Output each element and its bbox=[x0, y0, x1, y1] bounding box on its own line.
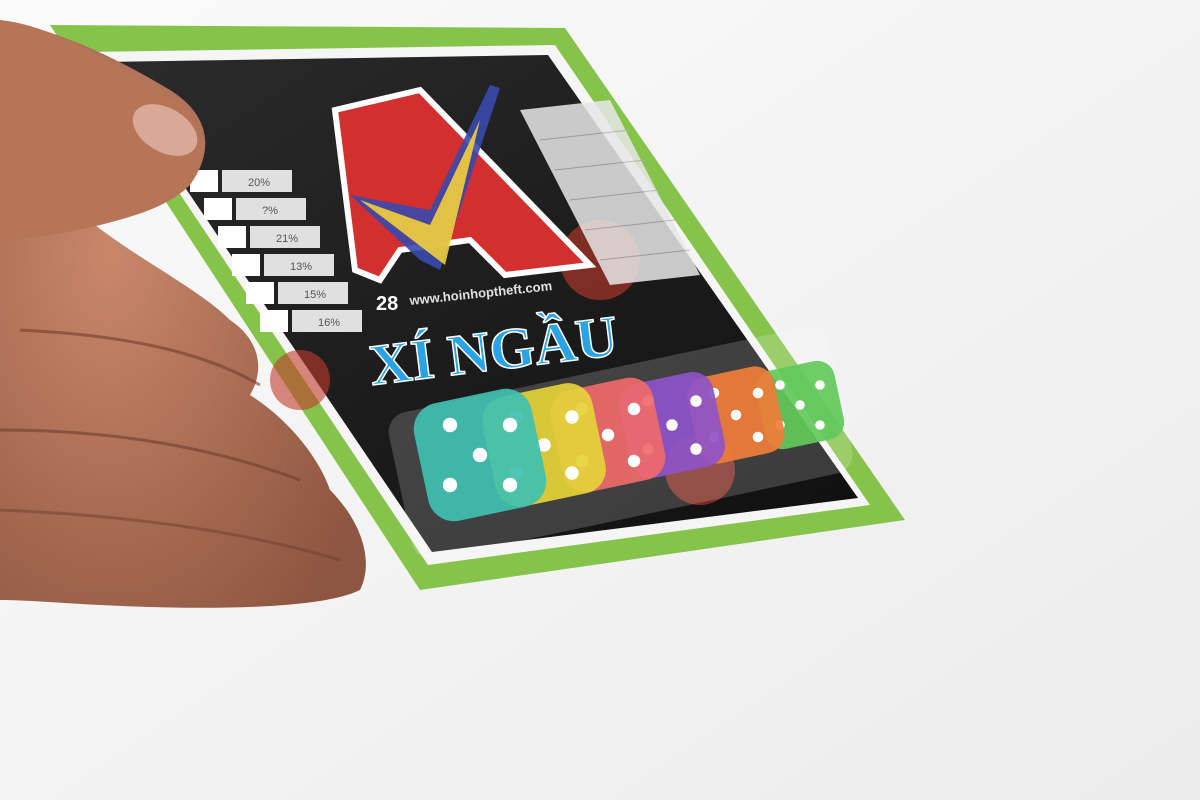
odds-row: 15% bbox=[246, 282, 348, 304]
die-pip bbox=[815, 380, 825, 390]
die-pip bbox=[690, 395, 702, 407]
odds-die-icon bbox=[204, 198, 232, 220]
odds-die-icon bbox=[218, 226, 246, 248]
die-pip bbox=[690, 443, 702, 455]
odds-row: 13% bbox=[232, 254, 334, 276]
die-pip bbox=[730, 409, 742, 421]
die-pip bbox=[666, 419, 678, 431]
die-pip bbox=[752, 431, 764, 443]
odds-die-icon bbox=[246, 282, 274, 304]
die-pip bbox=[815, 420, 825, 430]
die-pip bbox=[472, 447, 488, 463]
die-pip bbox=[502, 477, 518, 493]
die-pip bbox=[627, 402, 641, 416]
die-pip bbox=[442, 417, 458, 433]
odds-percent: 21% bbox=[276, 233, 298, 245]
die-pip bbox=[627, 454, 641, 468]
die-pip bbox=[565, 410, 579, 424]
odds-row: 16% bbox=[260, 310, 362, 332]
odds-percent: 15% bbox=[304, 289, 326, 301]
die-pip bbox=[601, 428, 615, 442]
odds-percent: 20% bbox=[248, 177, 270, 189]
odds-row: ?% bbox=[204, 198, 306, 220]
teal-die bbox=[413, 388, 547, 522]
die-pip bbox=[565, 466, 579, 480]
odds-row: 21% bbox=[218, 226, 320, 248]
die-pip bbox=[502, 417, 518, 433]
odds-percent: 13% bbox=[290, 261, 312, 273]
die-pip bbox=[795, 400, 805, 410]
die-pip bbox=[775, 380, 785, 390]
odds-percent: ?% bbox=[262, 205, 278, 217]
odds-die-icon bbox=[232, 254, 260, 276]
die-pip bbox=[752, 387, 764, 399]
odds-die-icon bbox=[260, 310, 288, 332]
odds-row: 20% bbox=[190, 170, 292, 192]
logo-number: 28 bbox=[376, 293, 398, 315]
product-photo: 28 www.hoinhoptheft.com 20%?%21%13%15%16… bbox=[0, 0, 1200, 800]
odds-percent: 16% bbox=[318, 317, 340, 329]
die-pip bbox=[442, 477, 458, 493]
